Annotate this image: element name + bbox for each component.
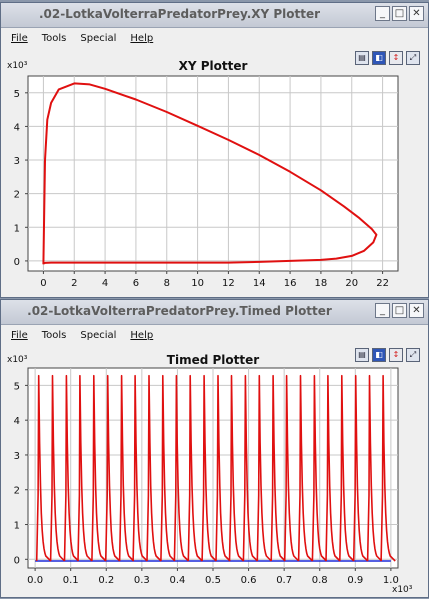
y-tick-label: 4 bbox=[14, 416, 20, 427]
y-tick-label: 2 bbox=[14, 486, 20, 497]
plot-panel: ▤ ◧ ↕ ⤢ 0.0 0.1 0.2 0.3 0.4 0.5 0.6 0.7 0.8 0.9 1.… bbox=[1, 346, 428, 597]
x-tick-label: 0.4 bbox=[169, 575, 185, 586]
x-tick-label: 0.3 bbox=[134, 575, 150, 586]
menu-help[interactable]: Help bbox=[130, 33, 153, 44]
y-tick-label: 0 bbox=[14, 257, 20, 268]
x-multiplier-label: x10³ bbox=[392, 585, 413, 595]
maximize-button[interactable]: □ bbox=[392, 303, 407, 318]
menu-bar: File Tools Special Help bbox=[1, 325, 428, 346]
y-tick-label: 3 bbox=[14, 156, 20, 167]
y-tick-label: 4 bbox=[14, 122, 20, 133]
x-tick-label: 16 bbox=[284, 278, 297, 289]
chart-title: Timed Plotter bbox=[167, 353, 259, 367]
x-tick-label: 20 bbox=[345, 278, 358, 289]
minimize-button[interactable]: _ bbox=[375, 303, 390, 318]
title-bar[interactable]: .02-LotkaVolterraPredatorPrey.XY Plotter… bbox=[1, 3, 428, 28]
x-tick-label: 0.8 bbox=[312, 575, 328, 586]
y-tick-label: 3 bbox=[14, 451, 20, 462]
menu-bar: File Tools Special Help bbox=[1, 28, 428, 49]
window-title: .02-LotkaVolterraPredatorPrey.XY Plotter bbox=[38, 7, 321, 21]
x-tick-label: 18 bbox=[315, 278, 328, 289]
y-tick-label: 0 bbox=[14, 555, 20, 566]
x-tick-label: 8 bbox=[164, 278, 170, 289]
maximize-button[interactable]: □ bbox=[392, 6, 407, 21]
x-tick-label: 2 bbox=[71, 278, 77, 289]
xy-plotter-window: .02-LotkaVolterraPredatorPrey.XY Plotter… bbox=[0, 2, 429, 298]
y-tick-label: 1 bbox=[14, 223, 20, 234]
x-tick-label: 0.9 bbox=[347, 575, 363, 586]
y-tick-label: 5 bbox=[14, 381, 20, 392]
minimize-button[interactable]: _ bbox=[375, 6, 390, 21]
menu-special[interactable]: Special bbox=[80, 33, 116, 44]
menu-special[interactable]: Special bbox=[80, 330, 116, 341]
window-title: .02-LotkaVolterraPredatorPrey.Timed Plot… bbox=[27, 304, 332, 318]
x-tick-label: 0.7 bbox=[276, 575, 292, 586]
menu-file[interactable]: File bbox=[11, 330, 28, 341]
x-tick-label: 4 bbox=[102, 278, 108, 289]
x-tick-label: 12 bbox=[222, 278, 235, 289]
x-tick-label: 6 bbox=[133, 278, 139, 289]
x-tick-label: 0 bbox=[40, 278, 46, 289]
menu-file[interactable]: File bbox=[11, 33, 28, 44]
menu-help[interactable]: Help bbox=[130, 330, 153, 341]
timed-plotter-window: .02-LotkaVolterraPredatorPrey.Timed Plot… bbox=[0, 299, 429, 598]
plot-panel: ▤ ◧ ↕ ⤢ 0 2 4 6 8 10 12 14 16 18 20 22 0 1 2 3 4 5 XY Plot… bbox=[1, 49, 428, 297]
x-tick-label: 0.1 bbox=[63, 575, 79, 586]
x-tick-label: 14 bbox=[253, 278, 266, 289]
close-button[interactable]: ✕ bbox=[409, 303, 424, 318]
x-tick-label: 0.0 bbox=[27, 575, 43, 586]
y-tick-label: 2 bbox=[14, 190, 20, 201]
x-tick-label: 22 bbox=[376, 278, 389, 289]
close-button[interactable]: ✕ bbox=[409, 6, 424, 21]
x-tick-label: 0.6 bbox=[241, 575, 257, 586]
chart-title: XY Plotter bbox=[179, 59, 248, 73]
x-tick-label: 10 bbox=[191, 278, 204, 289]
y-multiplier-label: x10³ bbox=[7, 355, 28, 365]
xy-chart: 0 2 4 6 8 10 12 14 16 18 20 22012345XY Plotterx10³ bbox=[7, 59, 399, 289]
title-bar[interactable]: .02-LotkaVolterraPredatorPrey.Timed Plot… bbox=[1, 300, 428, 325]
x-tick-label: 0.2 bbox=[98, 575, 114, 586]
menu-tools[interactable]: Tools bbox=[42, 330, 67, 341]
x-tick-label: 0.5 bbox=[205, 575, 221, 586]
y-tick-label: 1 bbox=[14, 521, 20, 532]
timed-chart: 0.0 0.1 0.2 0.3 0.4 0.5 0.6 0.7 0.8 0.9 1.0012345T… bbox=[7, 353, 413, 595]
plot-background bbox=[27, 75, 399, 272]
y-tick-label: 5 bbox=[14, 89, 20, 100]
y-multiplier-label: x10³ bbox=[7, 61, 28, 71]
menu-tools[interactable]: Tools bbox=[42, 33, 67, 44]
